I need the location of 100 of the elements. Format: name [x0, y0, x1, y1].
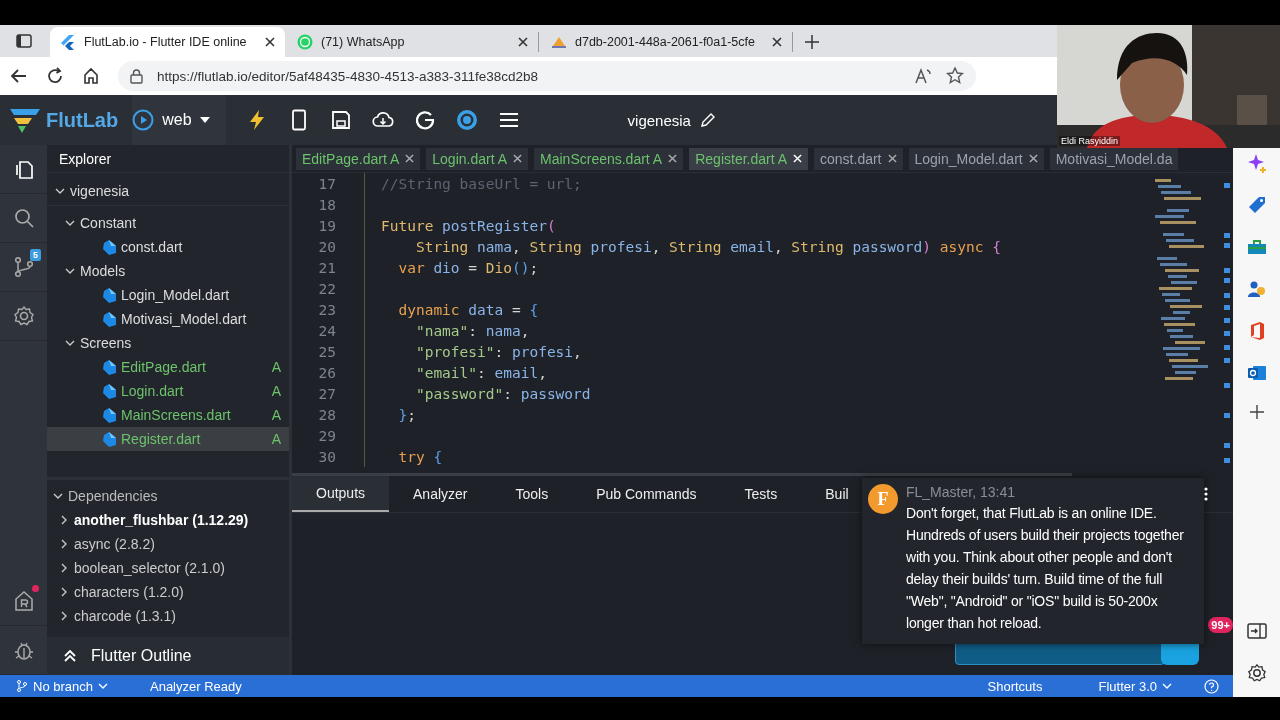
editor-tab[interactable]: Login.dart A: [426, 147, 529, 170]
home-icon[interactable]: [82, 67, 100, 85]
file-item[interactable]: Login.dart A: [47, 379, 289, 403]
double-chevron-up-icon[interactable]: [63, 649, 77, 663]
chevron-right-icon[interactable]: [59, 539, 69, 549]
file-item[interactable]: Login_Model.dart: [47, 283, 289, 307]
dependency-item[interactable]: characters (1.2.0): [47, 580, 289, 604]
code-line: "nama": nama,: [414, 322, 530, 339]
browser-tab[interactable]: d7db-2001-448a-2061-f0a1-5cfe: [541, 32, 793, 52]
dart-icon: [103, 239, 116, 255]
chevron-down-icon[interactable]: [53, 491, 63, 501]
help-icon[interactable]: [1204, 678, 1219, 694]
people-icon[interactable]: [1246, 279, 1267, 299]
editor-tab[interactable]: MainScreens.dart A: [534, 147, 684, 170]
close-icon[interactable]: [518, 37, 528, 47]
chevron-right-icon[interactable]: [59, 515, 69, 525]
favorite-star-icon[interactable]: [946, 67, 964, 85]
line-number: 21: [317, 259, 336, 276]
panel-tab[interactable]: Tools: [491, 476, 573, 512]
chevron-right-icon[interactable]: [59, 563, 69, 573]
shortcuts-link[interactable]: Shortcuts: [987, 678, 1043, 694]
editor-tab[interactable]: Motivasi_Model.da: [1049, 147, 1179, 170]
close-icon[interactable]: [1028, 154, 1038, 163]
close-icon[interactable]: [405, 154, 415, 163]
dependency-item[interactable]: charcode (1.3.1): [47, 604, 289, 628]
line-number: 24: [317, 322, 336, 339]
video-caption: Eldi Rasyiddin: [1059, 136, 1121, 146]
back-arrow-icon[interactable]: [10, 67, 28, 85]
file-item[interactable]: MainScreens.dart A: [47, 403, 289, 427]
panel-tab[interactable]: Analyzer: [389, 476, 492, 512]
line-number: 27: [317, 385, 336, 402]
target-dropdown[interactable]: web: [132, 95, 226, 145]
chevron-down-icon[interactable]: [55, 186, 65, 196]
folder-item[interactable]: vigenesia: [47, 177, 289, 206]
branch-selector[interactable]: No branch: [16, 678, 108, 694]
message-author: FL_Master, 13:41: [906, 484, 1016, 502]
file-item[interactable]: Motivasi_Model.dart: [47, 307, 289, 331]
dependency-item[interactable]: boolean_selector (2.1.0): [47, 556, 289, 580]
read-aloud-icon[interactable]: [914, 67, 932, 85]
folder-item[interactable]: Screens: [47, 331, 289, 355]
caret-icon[interactable]: [199, 117, 210, 123]
editor-tab[interactable]: Register.dart A: [689, 147, 809, 170]
code-line: "email": email,: [414, 364, 547, 381]
file-item[interactable]: EditPage.dart A: [47, 355, 289, 379]
folder-item[interactable]: Constant: [47, 211, 289, 235]
close-icon[interactable]: [887, 154, 897, 163]
chat-bubble-icon: [297, 34, 313, 50]
panel-tab[interactable]: Pub Commands: [572, 476, 721, 512]
panel-tab[interactable]: Tests: [720, 476, 802, 512]
branch-icon[interactable]: [12, 256, 35, 278]
reload-icon[interactable]: [46, 67, 64, 85]
flutter-version-selector[interactable]: Flutter 3.0: [1098, 678, 1172, 694]
line-number: 23: [317, 301, 336, 318]
avatar: F: [868, 484, 898, 514]
chevron-down-icon[interactable]: [65, 266, 75, 276]
line-number: 29: [317, 427, 336, 444]
address-bar[interactable]: https://flutlab.io/editor/5af48435-4830-4513-a383-311fe38cd2b8: [118, 61, 976, 91]
settings-icon[interactable]: [1246, 663, 1267, 683]
settings-icon[interactable]: [12, 305, 35, 327]
chevron-down-icon[interactable]: [65, 218, 75, 228]
file-item[interactable]: const.dart: [47, 235, 289, 259]
play-icon[interactable]: [132, 109, 155, 131]
chevron-right-icon[interactable]: [59, 611, 69, 621]
folder-item[interactable]: Models: [47, 259, 289, 283]
close-icon[interactable]: [265, 37, 275, 47]
dependencies-header[interactable]: Dependencies: [47, 484, 289, 508]
count-badge: 5: [30, 249, 41, 261]
dependency-item[interactable]: another_flushbar (1.12.29): [47, 508, 289, 532]
house-r-icon[interactable]: [12, 590, 35, 612]
search-icon[interactable]: [12, 207, 35, 229]
panel-tab[interactable]: Outputs: [292, 476, 390, 512]
code-line: dynamic data = {: [397, 301, 539, 318]
editor-tab[interactable]: const.dart: [814, 147, 903, 170]
pencil-icon[interactable]: [700, 113, 715, 127]
line-number: 28: [317, 406, 336, 423]
close-icon[interactable]: [513, 154, 523, 163]
mail-icon[interactable]: [1246, 363, 1267, 383]
add-icon[interactable]: [1249, 405, 1264, 419]
g-letter-icon[interactable]: [413, 109, 436, 131]
browser-tab[interactable]: (71) WhatsApp: [287, 32, 539, 52]
more-options-icon[interactable]: [1204, 487, 1208, 501]
close-icon[interactable]: [772, 37, 782, 47]
panel-toggle-icon[interactable]: [1246, 621, 1267, 641]
outline-panel-header[interactable]: Flutter Outline: [47, 637, 289, 675]
editor-tab[interactable]: EditPage.dart A: [296, 147, 421, 170]
chevron-down-icon[interactable]: [65, 338, 75, 348]
new-tab-icon[interactable]: [805, 35, 819, 49]
tab-actions-icon[interactable]: [16, 33, 32, 49]
close-icon[interactable]: [668, 154, 678, 163]
browser-tab[interactable]: FlutLab.io - Flutter IDE online: [50, 27, 285, 57]
save-icon[interactable]: [329, 109, 352, 131]
editor-tab[interactable]: Login_Model.dart: [908, 147, 1044, 170]
project-name: vigenesia: [627, 111, 691, 129]
line-number: 26: [317, 364, 336, 381]
target-icon[interactable]: [455, 109, 478, 131]
dart-icon: [103, 359, 116, 375]
chevron-right-icon[interactable]: [59, 587, 69, 597]
file-item[interactable]: Register.dart A: [47, 427, 289, 451]
toolbox-icon[interactable]: [1246, 237, 1267, 257]
dependency-item[interactable]: async (2.8.2): [47, 532, 289, 556]
